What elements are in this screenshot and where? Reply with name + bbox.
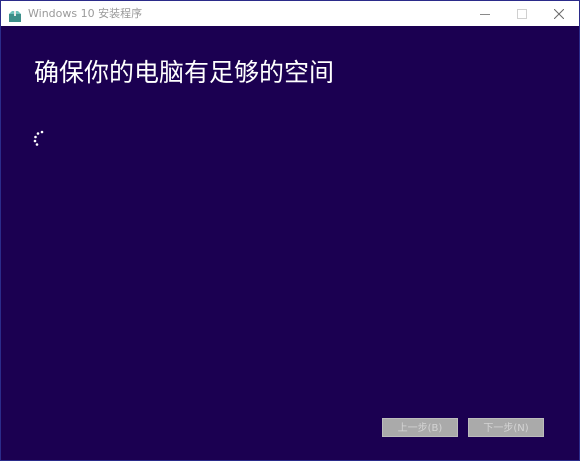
minimize-icon xyxy=(480,4,490,23)
close-icon xyxy=(553,4,565,23)
next-button[interactable]: 下一步(N) xyxy=(468,418,544,437)
window-title: Windows 10 安装程序 xyxy=(28,7,143,20)
title-bar[interactable]: Windows 10 安装程序 xyxy=(1,1,579,26)
maximize-button[interactable] xyxy=(506,1,538,26)
setup-box-icon xyxy=(8,7,22,22)
close-button[interactable] xyxy=(543,1,575,26)
setup-window: Windows 10 安装程序 确保你的电脑有足够的空间 上一步(B) 下一步(… xyxy=(0,0,580,461)
minimize-button[interactable] xyxy=(469,1,501,26)
maximize-icon xyxy=(517,4,527,23)
setup-content: 确保你的电脑有足够的空间 上一步(B) 下一步(N) xyxy=(1,26,579,460)
page-title: 确保你的电脑有足够的空间 xyxy=(34,58,335,87)
back-button[interactable]: 上一步(B) xyxy=(382,418,458,437)
loading-spinner-icon xyxy=(31,129,47,149)
